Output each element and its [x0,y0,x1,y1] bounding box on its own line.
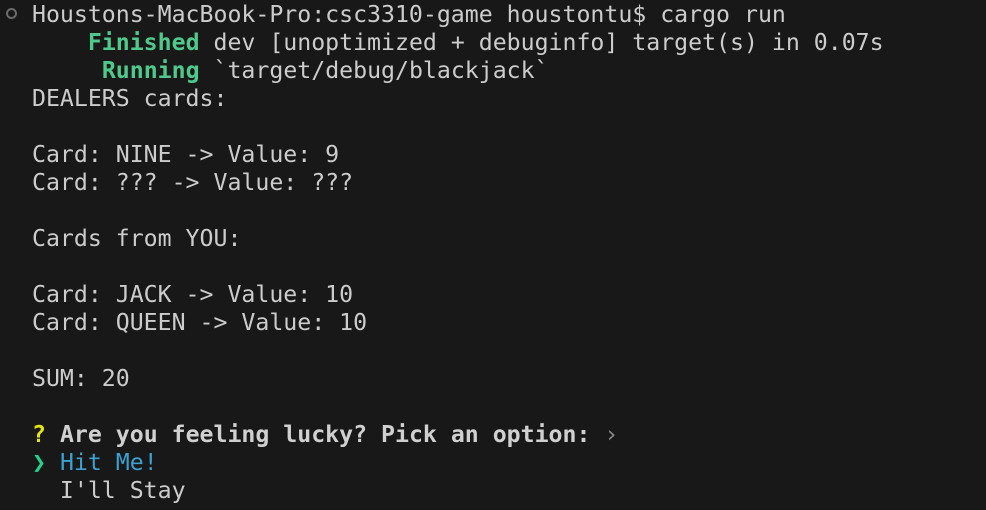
option-label: I'll Stay [59,477,186,504]
terminal-output: Houstons-MacBook-Pro:csc3310-game housto… [32,1,986,505]
player-card: Card: QUEEN -> Value: 10 [32,309,368,336]
player-card: Card: JACK -> Value: 10 [32,281,354,308]
finished-text: dev [unoptimized + debuginfo] target(s) … [213,29,884,56]
build-running-line: Running `target/debug/blackjack` [32,57,986,85]
question-text: Are you feeling lucky? Pick an option: [59,421,591,448]
pointer-icon: ❯ [32,449,46,476]
option-stay[interactable]: I'll Stay [32,477,986,505]
question-line: ? Are you feeling lucky? Pick an option:… [32,421,986,449]
prompt-host: Houstons-MacBook-Pro:csc3310-game housto… [32,1,647,28]
dealer-card: Card: NINE -> Value: 9 [32,141,340,168]
player-sum: SUM: 20 [32,365,130,392]
running-label: Running [101,57,200,84]
dealer-card: Card: ??? -> Value: ??? [32,169,354,196]
option-label: Hit Me! [59,449,158,476]
prompt-line: Houstons-MacBook-Pro:csc3310-game housto… [32,1,986,29]
dealer-header: DEALERS cards: [32,85,228,112]
command-status-circle-icon [6,8,17,19]
build-finished-line: Finished dev [unoptimized + debuginfo] t… [32,29,986,57]
running-text: `target/debug/blackjack` [213,57,549,84]
player-header: Cards from YOU: [32,225,242,252]
option-hit-me[interactable]: ❯ Hit Me! [32,449,986,477]
prompt-command: cargo run [660,1,786,28]
finished-label: Finished [87,29,200,56]
chevron-right-icon: › [604,421,619,448]
question-mark-icon: ? [32,421,46,448]
